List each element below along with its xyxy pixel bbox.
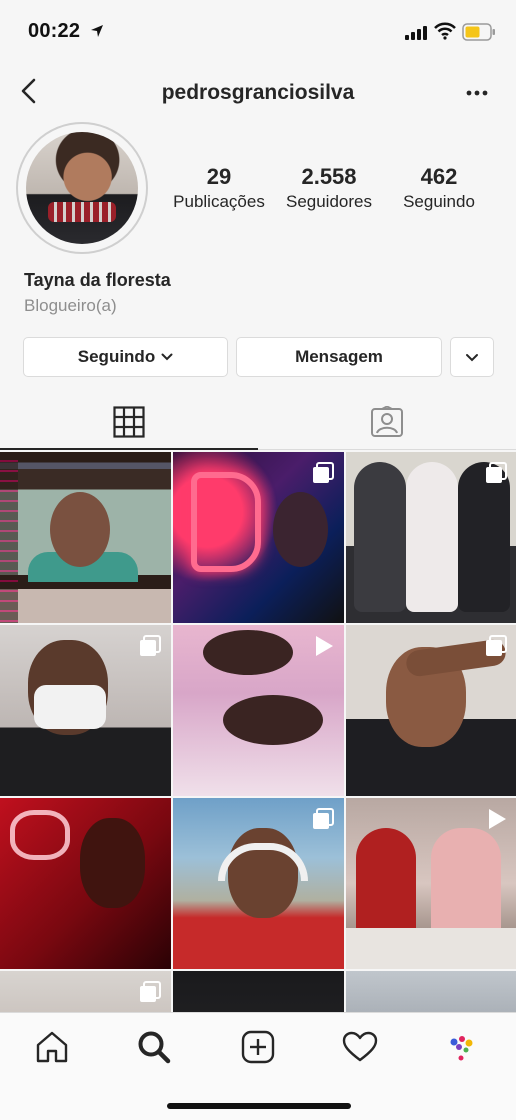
stat-posts[interactable]: 29 Publicações <box>168 164 270 212</box>
profile-header: pedrosgranciosilva <box>0 64 516 120</box>
message-button[interactable]: Mensagem <box>236 337 442 377</box>
post-image-detail <box>346 928 516 969</box>
following-button-label: Seguindo <box>77 347 156 366</box>
stat-following-label: Seguindo <box>403 192 475 211</box>
grid-post[interactable] <box>0 452 171 623</box>
stat-followers-count: 2.558 <box>301 164 357 189</box>
grid-post[interactable] <box>0 798 171 969</box>
video-play-icon <box>316 636 333 656</box>
post-image-detail <box>80 818 145 908</box>
grid-post[interactable] <box>346 971 516 1012</box>
search-icon <box>138 1031 171 1064</box>
stat-following[interactable]: 462 Seguindo <box>392 164 486 212</box>
chevron-down-icon <box>161 353 173 361</box>
tagged-icon <box>371 406 403 437</box>
stat-followers-label: Seguidores <box>285 192 372 211</box>
stat-following-count: 462 <box>420 164 458 189</box>
wifi-icon <box>434 22 456 40</box>
nav-home[interactable] <box>32 1027 72 1067</box>
post-image-detail <box>356 828 416 938</box>
message-button-label: Mensagem <box>295 347 383 366</box>
post-image-detail <box>34 685 106 729</box>
home-icon <box>36 1031 68 1063</box>
nav-activity[interactable] <box>340 1027 380 1067</box>
location-arrow-icon <box>91 25 103 37</box>
nav-profile[interactable] <box>442 1027 482 1067</box>
status-time: 00:22 <box>28 20 81 42</box>
nav-search[interactable] <box>134 1027 174 1067</box>
profile-category: Blogueiro(a) <box>24 296 117 315</box>
post-image-detail <box>223 695 323 745</box>
video-play-icon <box>489 809 506 829</box>
following-button[interactable]: Seguindo <box>23 337 228 377</box>
more-options-icon[interactable] <box>466 90 488 96</box>
grid-post[interactable] <box>346 625 516 796</box>
grid-post[interactable] <box>346 798 516 969</box>
post-image-detail <box>191 472 261 572</box>
avatar-collar-detail <box>48 202 116 222</box>
cellular-signal-icon <box>405 26 427 40</box>
carousel-icon <box>486 462 507 483</box>
tab-posts-grid[interactable] <box>0 392 258 450</box>
profile-username: pedrosgranciosilva <box>161 81 355 104</box>
post-image-detail <box>431 828 501 938</box>
carousel-icon <box>140 635 161 656</box>
carousel-icon <box>313 808 334 829</box>
activity-heart-icon <box>342 1031 378 1062</box>
nav-new-post[interactable] <box>238 1027 278 1067</box>
grid-post[interactable] <box>0 971 171 1012</box>
carousel-icon <box>140 981 161 1002</box>
display-name: Tayna da floresta <box>24 270 171 290</box>
profile-avatar[interactable] <box>16 122 148 254</box>
carousel-icon <box>486 635 507 656</box>
grid-icon <box>113 406 145 438</box>
stat-posts-label: Publicações <box>173 192 265 211</box>
status-bar: 00:22 <box>0 0 516 64</box>
suggested-accounts-button[interactable] <box>450 337 494 377</box>
posts-grid <box>0 452 516 1012</box>
chevron-down-icon <box>466 353 478 361</box>
post-image-detail <box>0 452 18 623</box>
profile-tabs <box>0 392 516 450</box>
post-image-detail <box>458 462 510 612</box>
post-image-detail <box>406 462 458 612</box>
home-indicator <box>167 1103 351 1109</box>
grid-post[interactable] <box>173 971 344 1012</box>
new-post-icon <box>241 1030 275 1064</box>
grid-post[interactable] <box>173 798 344 969</box>
post-image-detail <box>10 810 70 860</box>
tab-tagged[interactable] <box>258 392 516 450</box>
bottom-navigation <box>0 1012 516 1120</box>
grid-post[interactable] <box>346 452 516 623</box>
carousel-icon <box>313 462 334 483</box>
post-image-detail <box>203 630 293 675</box>
battery-icon <box>462 23 495 41</box>
profile-avatar-icon <box>450 1036 473 1061</box>
stat-followers[interactable]: 2.558 Seguidores <box>278 164 380 212</box>
post-image-detail <box>273 492 328 567</box>
avatar-photo <box>26 132 138 244</box>
stat-posts-count: 29 <box>206 164 232 189</box>
grid-post[interactable] <box>173 625 344 796</box>
post-image-detail <box>50 492 110 567</box>
grid-post[interactable] <box>173 452 344 623</box>
grid-post[interactable] <box>0 625 171 796</box>
post-image-detail <box>354 462 406 612</box>
